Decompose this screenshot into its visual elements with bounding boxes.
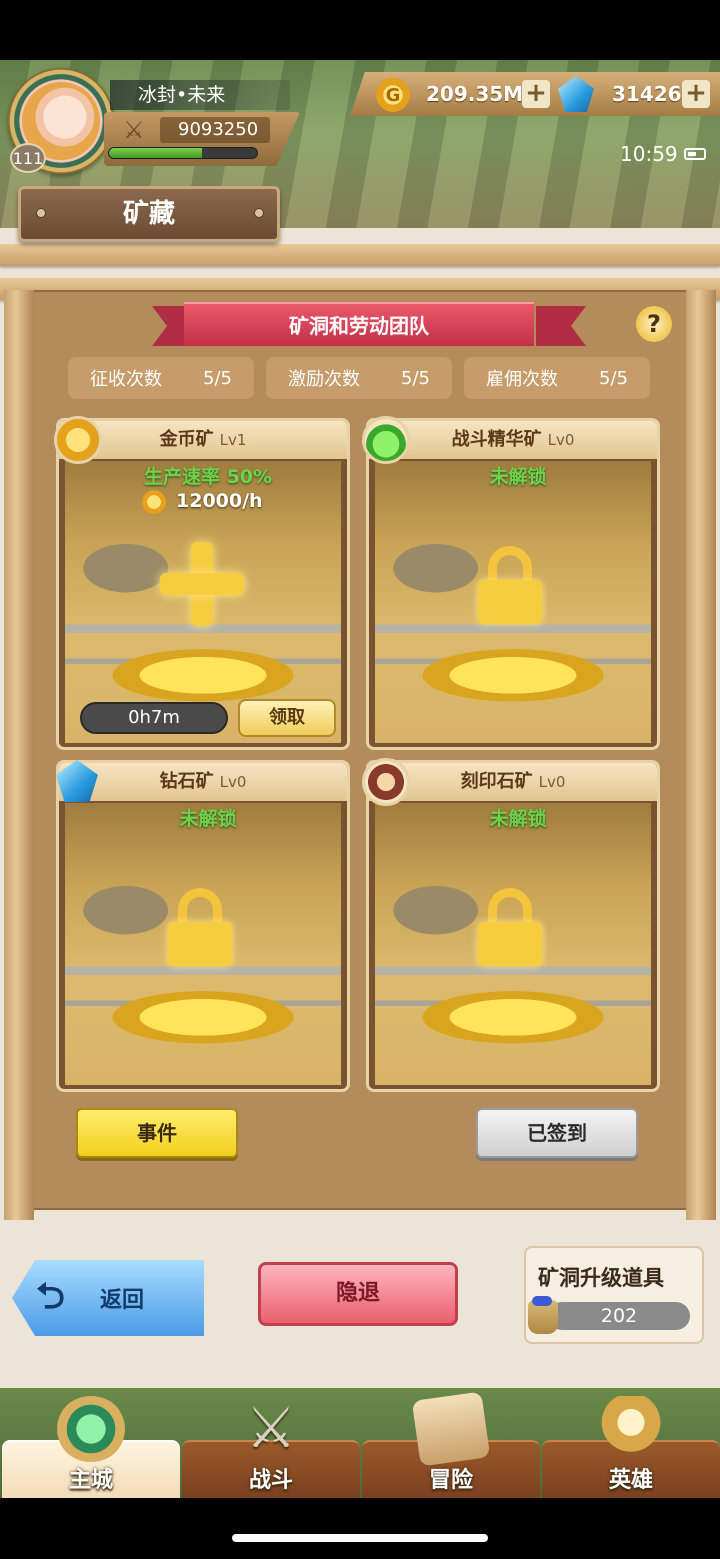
mine-level: Lv0 xyxy=(547,431,575,449)
income-rate: 12000/h xyxy=(176,490,263,512)
add-gems-button[interactable]: + xyxy=(682,80,710,108)
crossed-swords-icon: ⚔ xyxy=(245,1396,297,1461)
counter-collect: 征收次数 5/5 xyxy=(68,357,254,399)
mine-title: 钻石矿 Lv0 xyxy=(59,763,347,801)
mine-title: 金币矿 Lv1 xyxy=(59,421,347,459)
gem-amount: 31426 xyxy=(612,82,682,106)
counter-value: 5/5 xyxy=(401,367,430,389)
crossed-swords-icon: ⚔ xyxy=(123,116,145,144)
nav-label: 主城 xyxy=(68,1468,113,1493)
add-gold-button[interactable]: + xyxy=(522,80,550,108)
mine-name: 战斗精华矿 xyxy=(451,429,542,450)
locked-status: 未解锁 xyxy=(179,808,237,830)
back-arrow-icon: ⮌ xyxy=(36,1276,65,1317)
battery-icon xyxy=(684,148,706,160)
clock: 10:59 xyxy=(620,142,678,166)
mine-name: 金币矿 xyxy=(159,429,214,450)
production-rate: 生产速率 50% xyxy=(143,466,273,488)
upgrade-item-count: 202 xyxy=(548,1302,690,1330)
add-worker-icon[interactable] xyxy=(160,542,244,626)
rivet xyxy=(36,208,46,218)
player-level-badge: 111 xyxy=(10,143,46,173)
map-scroll-icon xyxy=(411,1391,491,1467)
panel-beam xyxy=(0,244,720,266)
production-timer: 0h7m xyxy=(80,702,228,734)
mine-name: 刻印石矿 xyxy=(460,771,533,792)
help-button[interactable]: ? xyxy=(636,306,672,342)
xp-bar-fill xyxy=(109,148,203,158)
mine-level: Lv0 xyxy=(538,773,566,791)
nav-label: 冒险 xyxy=(428,1468,473,1493)
retire-button[interactable]: 隐退 xyxy=(258,1262,458,1326)
counter-label: 征收次数 xyxy=(90,369,162,390)
nav-label: 战斗 xyxy=(248,1468,293,1493)
gold-amount: 209.35M xyxy=(426,82,524,106)
mine-name: 钻石矿 xyxy=(159,771,214,792)
potion-icon xyxy=(362,416,410,464)
nav-label: 英雄 xyxy=(608,1468,653,1493)
hero-crest-icon xyxy=(596,1396,666,1462)
counter-motivate: 激励次数 5/5 xyxy=(266,357,452,399)
item-bag-icon xyxy=(528,1296,558,1334)
counter-label: 雇佣次数 xyxy=(486,369,558,390)
lock-icon xyxy=(478,888,542,966)
xp-bar xyxy=(108,147,258,159)
lock-icon xyxy=(478,546,542,624)
mine-level: Lv1 xyxy=(219,431,247,449)
gold-coin-icon xyxy=(54,416,102,464)
collect-button[interactable]: 领取 xyxy=(238,699,336,737)
home-indicator[interactable] xyxy=(232,1534,488,1542)
counter-value: 5/5 xyxy=(599,367,628,389)
rune-stone-icon xyxy=(362,758,410,806)
mine-level: Lv0 xyxy=(219,773,247,791)
counter-label: 激励次数 xyxy=(288,369,360,390)
rivet xyxy=(254,208,264,218)
right-pillar xyxy=(686,290,716,1220)
mine-title: 战斗精华矿 Lv0 xyxy=(369,421,657,459)
event-button[interactable]: 事件 xyxy=(76,1108,238,1158)
signed-in-button[interactable]: 已签到 xyxy=(476,1108,638,1158)
upgrade-item-title: 矿洞升级道具 xyxy=(538,1266,664,1290)
gold-coin-icon xyxy=(142,490,166,514)
combat-power: 9093250 xyxy=(160,117,270,143)
section-banner: 矿洞和劳动团队 xyxy=(184,302,534,346)
back-label: 返回 xyxy=(100,1288,145,1313)
castle-icon xyxy=(56,1396,126,1462)
locked-status: 未解锁 xyxy=(489,808,547,830)
counter-value: 5/5 xyxy=(203,367,232,389)
page-title: 矿藏 xyxy=(18,186,280,242)
locked-status: 未解锁 xyxy=(489,466,547,488)
player-name: 冰封•未来 xyxy=(110,80,290,110)
gold-coin-icon: G xyxy=(376,78,410,112)
lock-icon xyxy=(168,888,232,966)
mine-title: 刻印石矿 Lv0 xyxy=(369,763,657,801)
counter-hire: 雇佣次数 5/5 xyxy=(464,357,650,399)
left-pillar xyxy=(4,290,34,1220)
